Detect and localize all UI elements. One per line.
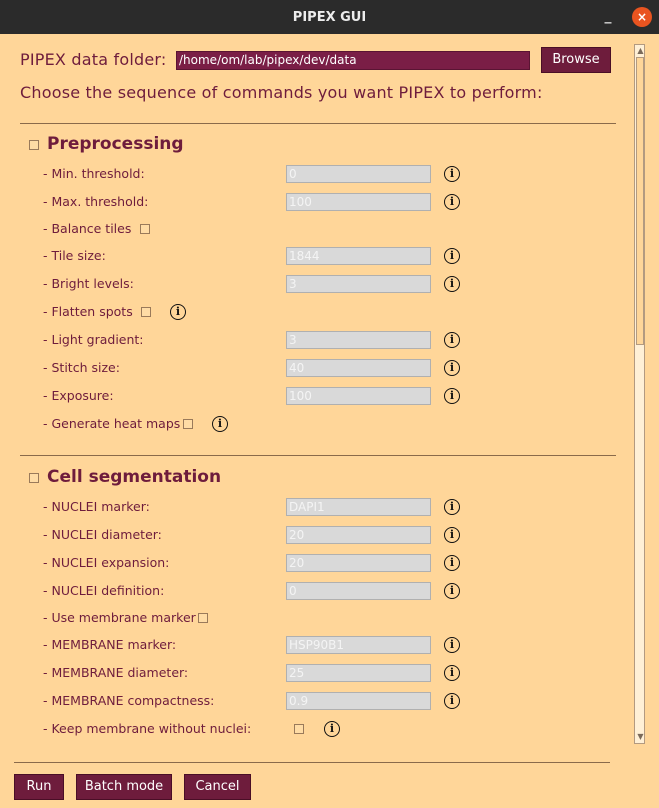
generate-heat-maps-checkbox[interactable]: [183, 419, 193, 429]
info-icon[interactable]: i: [444, 332, 460, 348]
vertical-scrollbar[interactable]: ▲ ▼: [634, 44, 645, 744]
nuclei-marker-label: - NUCLEI marker:: [43, 499, 150, 514]
info-icon[interactable]: i: [444, 388, 460, 404]
info-icon[interactable]: i: [444, 360, 460, 376]
balance-tiles-label: - Balance tiles: [43, 221, 132, 236]
nuclei-expansion-label: - NUCLEI expansion:: [43, 555, 170, 570]
scroll-down-icon[interactable]: ▼: [636, 732, 645, 742]
info-icon[interactable]: i: [324, 721, 340, 737]
nuclei-marker-input[interactable]: DAPI1: [286, 498, 431, 516]
nuclei-diameter-input[interactable]: 20: [286, 526, 431, 544]
info-icon[interactable]: i: [444, 527, 460, 543]
minimize-icon[interactable]: _: [600, 8, 616, 24]
scroll-up-icon[interactable]: ▲: [636, 46, 645, 56]
browse-button[interactable]: Browse: [541, 47, 611, 73]
nuclei-definition-input[interactable]: 0: [286, 582, 431, 600]
info-icon[interactable]: i: [444, 499, 460, 515]
info-icon[interactable]: i: [444, 166, 460, 182]
membrane-compactness-input[interactable]: 0.9: [286, 692, 431, 710]
instructions-label: Choose the sequence of commands you want…: [20, 83, 543, 102]
run-button[interactable]: Run: [14, 774, 64, 800]
flatten-spots-checkbox[interactable]: [141, 307, 151, 317]
membrane-diameter-input[interactable]: 25: [286, 664, 431, 682]
use-membrane-marker-checkbox[interactable]: [198, 613, 208, 623]
info-icon[interactable]: i: [170, 304, 186, 320]
membrane-compactness-label: - MEMBRANE compactness:: [43, 693, 215, 708]
nuclei-definition-label: - NUCLEI definition:: [43, 583, 165, 598]
info-icon[interactable]: i: [444, 194, 460, 210]
bright-levels-input[interactable]: 3: [286, 275, 431, 293]
batch-mode-button[interactable]: Batch mode: [76, 774, 172, 800]
info-icon[interactable]: i: [444, 583, 460, 599]
membrane-marker-label: - MEMBRANE marker:: [43, 637, 177, 652]
keep-membrane-checkbox[interactable]: [294, 724, 304, 734]
info-icon[interactable]: i: [444, 693, 460, 709]
data-folder-input[interactable]: /home/om/lab/pipex/dev/data: [176, 51, 530, 70]
divider: [20, 123, 616, 124]
nuclei-diameter-label: - NUCLEI diameter:: [43, 527, 162, 542]
light-gradient-label: - Light gradient:: [43, 332, 144, 347]
flatten-spots-label: - Flatten spots: [43, 304, 133, 319]
tile-size-label: - Tile size:: [43, 248, 106, 263]
title-bar: PIPEX GUI _ ×: [0, 0, 659, 34]
bright-levels-label: - Bright levels:: [43, 276, 134, 291]
segmentation-checkbox[interactable]: [29, 473, 39, 483]
min-threshold-label: - Min. threshold:: [43, 166, 145, 181]
close-icon[interactable]: ×: [632, 7, 652, 27]
membrane-diameter-label: - MEMBRANE diameter:: [43, 665, 189, 680]
min-threshold-input[interactable]: 0: [286, 165, 431, 183]
info-icon[interactable]: i: [212, 416, 228, 432]
window-title: PIPEX GUI: [292, 9, 367, 25]
balance-tiles-checkbox[interactable]: [140, 224, 150, 234]
light-gradient-input[interactable]: 3: [286, 331, 431, 349]
nuclei-expansion-input[interactable]: 20: [286, 554, 431, 572]
max-threshold-label: - Max. threshold:: [43, 194, 149, 209]
keep-membrane-label: - Keep membrane without nuclei:: [43, 721, 252, 736]
use-membrane-marker-label: - Use membrane marker: [43, 610, 196, 625]
exposure-label: - Exposure:: [43, 388, 114, 403]
preprocessing-title: Preprocessing: [47, 134, 184, 154]
divider: [14, 762, 610, 763]
tile-size-input[interactable]: 1844: [286, 247, 431, 265]
divider: [20, 455, 616, 456]
stitch-size-label: - Stitch size:: [43, 360, 120, 375]
cancel-button[interactable]: Cancel: [184, 774, 251, 800]
info-icon[interactable]: i: [444, 665, 460, 681]
info-icon[interactable]: i: [444, 276, 460, 292]
membrane-marker-input[interactable]: HSP90B1: [286, 636, 431, 654]
info-icon[interactable]: i: [444, 637, 460, 653]
main-panel: PIPEX data folder: /home/om/lab/pipex/de…: [0, 34, 630, 758]
info-icon[interactable]: i: [444, 555, 460, 571]
generate-heat-maps-label: - Generate heat maps: [43, 416, 181, 431]
data-folder-label: PIPEX data folder:: [20, 50, 167, 69]
max-threshold-input[interactable]: 100: [286, 193, 431, 211]
scrollbar-thumb[interactable]: [636, 57, 644, 345]
exposure-input[interactable]: 100: [286, 387, 431, 405]
preprocessing-checkbox[interactable]: [29, 140, 39, 150]
stitch-size-input[interactable]: 40: [286, 359, 431, 377]
info-icon[interactable]: i: [444, 248, 460, 264]
segmentation-title: Cell segmentation: [47, 467, 222, 487]
